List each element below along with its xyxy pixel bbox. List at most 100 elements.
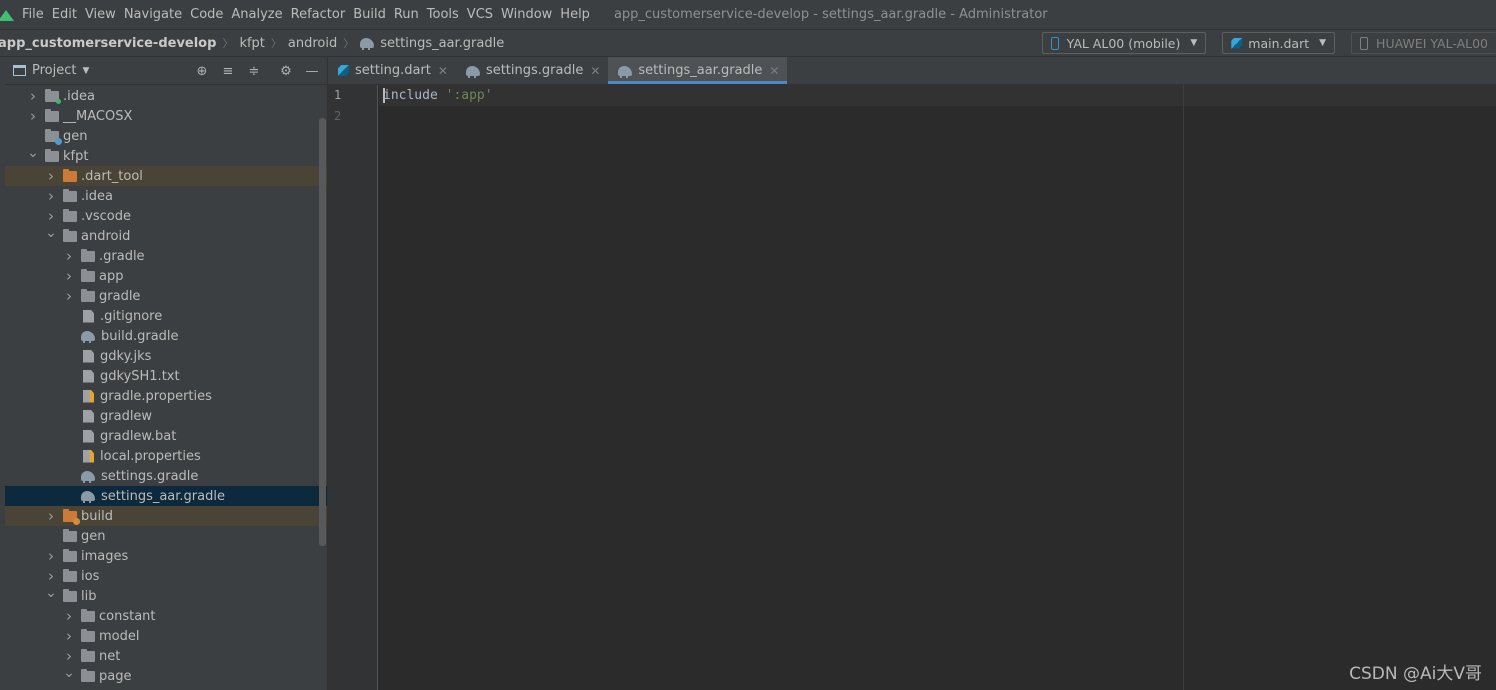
chevron-down-icon[interactable]: ▼ (82, 66, 89, 76)
tree-item[interactable]: › images (5, 546, 327, 566)
tree-item[interactable]: › build (5, 506, 327, 526)
run-config-selector[interactable]: main.dart ▼ (1222, 32, 1336, 54)
chevron-right-icon[interactable]: › (63, 287, 75, 305)
tree-item[interactable]: gdkySH1.txt (5, 366, 327, 386)
folder-icon (63, 548, 77, 562)
properties-file-icon (83, 449, 94, 463)
chevron-down-icon[interactable]: ⌄ (27, 145, 39, 161)
tree-item[interactable]: gen (5, 126, 327, 146)
tree-item[interactable]: gradle.properties (5, 386, 327, 406)
tree-item-label: kfpt (63, 148, 89, 164)
navigation-bar: app_customerservice-develop 〉 kfpt 〉 and… (0, 29, 1496, 57)
menu-file[interactable]: File (18, 0, 48, 29)
menu-edit[interactable]: Edit (48, 0, 81, 29)
tree-item[interactable]: › .gradle (5, 246, 327, 266)
gear-icon[interactable]: ⚙ (277, 62, 295, 80)
chevron-down-icon[interactable]: ⌄ (45, 225, 57, 241)
tree-item[interactable]: › app (5, 266, 327, 286)
tab-settings-aar-gradle[interactable]: settings_aar.gradle ✕ (608, 57, 788, 84)
tree-item[interactable]: › net (5, 646, 327, 666)
target-device-selector[interactable]: HUAWEI YAL-AL00 (1351, 32, 1496, 54)
chevron-right-icon[interactable]: › (63, 627, 75, 645)
tree-item[interactable]: gradlew (5, 406, 327, 426)
menu-navigate[interactable]: Navigate (120, 0, 186, 29)
tab-label: settings.gradle (485, 63, 584, 78)
project-tree[interactable]: › .idea › __MACOSX gen ⌄ kfpt › .dart_tool › .idea… (5, 86, 327, 686)
chevron-right-icon[interactable]: › (27, 107, 39, 125)
code-line[interactable]: include ':app' (379, 85, 1496, 106)
tree-item-label: gradle (99, 288, 141, 304)
tree-item[interactable]: › .dart_tool (5, 166, 327, 186)
tree-item[interactable]: gradlew.bat (5, 426, 327, 446)
tree-item[interactable]: ⌄ kfpt (5, 145, 327, 166)
tree-item[interactable]: ⌄ android (5, 225, 327, 246)
tree-item[interactable]: › gradle (5, 286, 327, 306)
chevron-right-icon[interactable]: › (45, 567, 57, 585)
gradle-elephant-icon (81, 331, 95, 343)
code-line[interactable] (379, 106, 1496, 127)
menu-window[interactable]: Window (497, 0, 556, 29)
tree-item[interactable]: .gitignore (5, 306, 327, 326)
tree-item[interactable]: ⌄ lib (5, 585, 327, 606)
chevron-right-icon[interactable]: › (45, 167, 57, 185)
tree-item[interactable]: local.properties (5, 446, 327, 466)
file-icon (83, 409, 94, 423)
breadcrumb-separator-icon: 〉 (270, 37, 282, 50)
chevron-right-icon[interactable]: › (45, 547, 57, 565)
menu-build[interactable]: Build (349, 0, 390, 29)
menu-run[interactable]: Run (390, 0, 423, 29)
close-icon[interactable]: ✕ (769, 64, 779, 78)
tree-item[interactable]: › model (5, 626, 327, 646)
chevron-right-icon[interactable]: › (63, 267, 75, 285)
menu-tools[interactable]: Tools (423, 0, 463, 29)
device-selector[interactable]: YAL AL00 (mobile) ▼ (1041, 32, 1207, 54)
tree-item-label: gdky.jks (100, 348, 152, 364)
breadcrumb-project[interactable]: app_customerservice-develop (0, 36, 216, 51)
locate-file-icon[interactable]: ⊕ (193, 62, 211, 80)
tab-settings-gradle[interactable]: settings.gradle ✕ (456, 57, 608, 84)
tab-setting-dart[interactable]: setting.dart ✕ (328, 57, 456, 84)
expand-all-icon[interactable]: ≡ (219, 62, 237, 80)
tree-item[interactable]: gdky.jks (5, 346, 327, 366)
chevron-down-icon[interactable]: ⌄ (63, 665, 75, 681)
hide-panel-icon[interactable]: — (303, 62, 321, 80)
tree-item[interactable]: gen (5, 526, 327, 546)
tree-item[interactable]: › .idea (5, 186, 327, 206)
code-editor[interactable]: include ':app' (379, 85, 1496, 690)
breadcrumb-android[interactable]: android (288, 36, 337, 51)
menu-analyze[interactable]: Analyze (227, 0, 286, 29)
collapse-all-icon[interactable]: ≑ (245, 62, 263, 80)
chevron-right-icon[interactable]: › (45, 187, 57, 205)
chevron-right-icon[interactable]: › (45, 507, 57, 525)
menu-help[interactable]: Help (556, 0, 594, 29)
breadcrumb-file[interactable]: settings_aar.gradle (380, 36, 504, 51)
tree-item[interactable]: › .vscode (5, 206, 327, 226)
tree-item[interactable]: › ios (5, 566, 327, 586)
tree-item[interactable]: › .idea (5, 86, 327, 106)
chevron-right-icon[interactable]: › (63, 607, 75, 625)
tree-item[interactable]: settings_aar.gradle (5, 486, 327, 506)
chevron-down-icon[interactable]: ⌄ (45, 585, 57, 601)
breadcrumb-kfpt[interactable]: kfpt (239, 36, 264, 51)
chevron-right-icon[interactable]: › (63, 247, 75, 265)
tree-item[interactable]: settings.gradle (5, 466, 327, 486)
menu-code[interactable]: Code (186, 0, 227, 29)
chevron-right-icon[interactable]: › (63, 647, 75, 665)
scrollbar-thumb[interactable] (319, 118, 326, 546)
menu-bar: File Edit View Navigate Code Analyze Ref… (0, 0, 1496, 29)
menu-vcs[interactable]: VCS (463, 0, 497, 29)
chevron-right-icon[interactable]: › (45, 207, 57, 225)
menu-view[interactable]: View (81, 0, 120, 29)
tree-item-label: model (99, 628, 140, 644)
menu-refactor[interactable]: Refactor (287, 0, 350, 29)
tree-item[interactable]: › constant (5, 606, 327, 626)
project-tree-scrollbar[interactable] (319, 86, 327, 690)
close-icon[interactable]: ✕ (438, 64, 448, 78)
tree-item[interactable]: ⌄ page (5, 665, 327, 686)
project-view-selector[interactable]: Project (32, 63, 76, 78)
line-number-gutter[interactable]: 1 2 (328, 85, 378, 690)
chevron-right-icon[interactable]: › (27, 87, 39, 105)
close-icon[interactable]: ✕ (590, 64, 600, 78)
tree-item[interactable]: build.gradle (5, 326, 327, 346)
tree-item[interactable]: › __MACOSX (5, 106, 327, 126)
